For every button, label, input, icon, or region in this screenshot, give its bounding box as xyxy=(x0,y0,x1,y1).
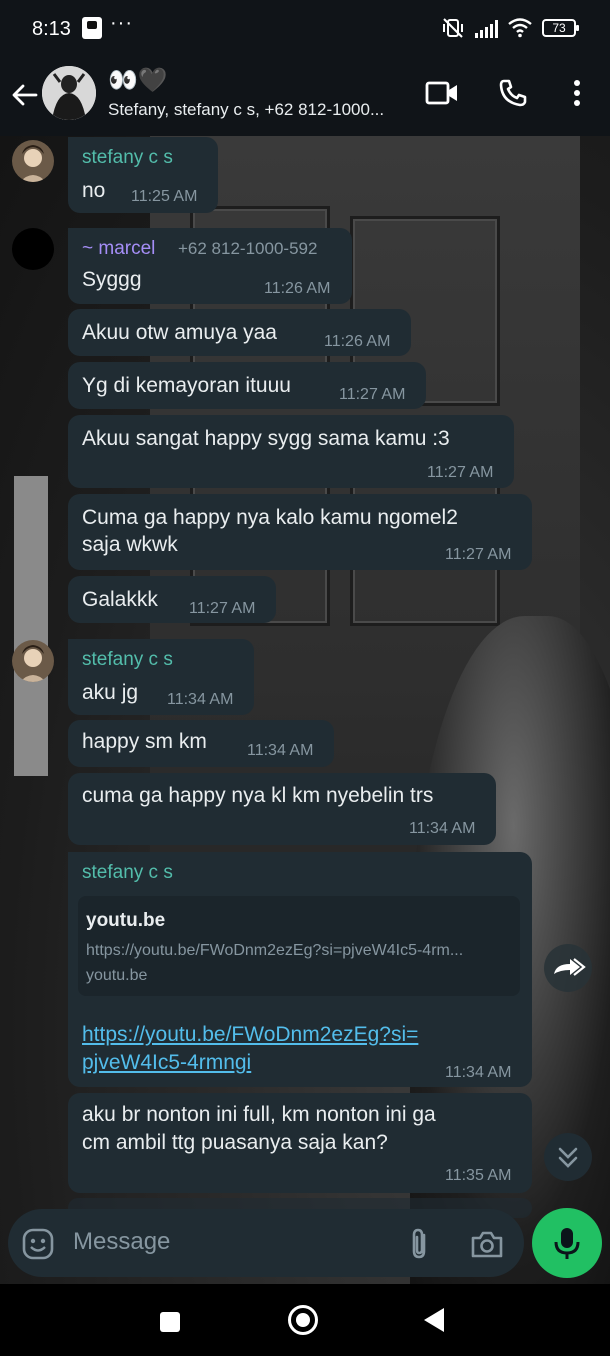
message-time: 11:26 AM xyxy=(264,280,331,297)
message-bubble[interactable]: stefany c s youtu.be https://youtu.be/FW… xyxy=(68,852,532,1087)
group-title[interactable]: 👀🖤 xyxy=(108,66,168,95)
sender-phone: +62 812-1000-592 xyxy=(178,239,318,258)
message-text: Akuu otw amuya yaa xyxy=(82,321,277,344)
more-vert-icon[interactable] xyxy=(568,78,586,108)
battery-icon: 73 xyxy=(542,19,579,37)
avatar-stefany[interactable] xyxy=(12,640,54,682)
notification-app-icon xyxy=(82,17,102,39)
message-time: 11:27 AM xyxy=(445,546,512,563)
message-text: no xyxy=(82,179,106,202)
message-link[interactable]: pjveW4Ic5-4rmngi xyxy=(82,1049,251,1076)
sender-name[interactable]: stefany c s xyxy=(82,862,173,884)
attach-icon[interactable] xyxy=(406,1227,434,1261)
avatar-marcel[interactable] xyxy=(12,228,54,270)
emoji-icon[interactable] xyxy=(22,1228,54,1260)
group-avatar[interactable] xyxy=(42,66,96,120)
chat-header: 👀🖤 Stefany, stefany c s, +62 812-1000... xyxy=(0,60,610,136)
preview-domain: youtu.be xyxy=(86,967,148,984)
status-bar: 8:13 ··· 73 xyxy=(0,0,610,60)
sender-name[interactable]: stefany c s xyxy=(82,147,173,169)
message-time: 11:34 AM xyxy=(247,742,314,759)
scroll-down-button[interactable] xyxy=(544,1133,592,1181)
message-bubble[interactable]: stefany c s no 11:25 AM xyxy=(68,137,218,213)
group-members[interactable]: Stefany, stefany c s, +62 812-1000... xyxy=(108,100,408,120)
message-bubble[interactable]: ~ marcel +62 812-1000-592 Syggg 11:26 AM xyxy=(68,228,352,304)
back-button[interactable] xyxy=(424,1308,444,1332)
message-text: aku jg xyxy=(82,681,139,704)
message-text: cm ambil ttg puasanya saja kan? xyxy=(82,1131,388,1154)
sender-name[interactable]: ~ marcel xyxy=(82,238,155,260)
message-text: happy sm km xyxy=(82,730,207,753)
sender-name[interactable]: stefany c s xyxy=(82,649,173,671)
message-time: 11:34 AM xyxy=(445,1064,512,1081)
message-bubble[interactable]: cuma ga happy nya kl km nyebelin trs 11:… xyxy=(68,773,496,845)
forward-button[interactable] xyxy=(544,944,592,992)
message-time: 11:26 AM xyxy=(324,333,391,350)
message-bubble[interactable]: happy sm km 11:34 AM xyxy=(68,720,334,767)
message-time: 11:34 AM xyxy=(167,691,234,708)
home-button[interactable] xyxy=(288,1305,318,1335)
preview-title: youtu.be xyxy=(86,910,166,931)
message-time: 11:25 AM xyxy=(131,188,198,205)
message-text: Syggg xyxy=(82,268,142,291)
phone-icon[interactable] xyxy=(498,78,528,108)
message-time: 11:27 AM xyxy=(189,600,256,617)
message-time: 11:27 AM xyxy=(427,464,494,481)
avatar-stefany[interactable] xyxy=(12,140,54,182)
message-bubble[interactable]: Akuu sangat happy sygg sama kamu :3 11:2… xyxy=(68,415,514,488)
message-text: Galakkk xyxy=(82,588,158,611)
message-link[interactable]: https://youtu.be/FWoDnm2ezEg?si= xyxy=(82,1021,418,1048)
message-text: saja wkwk xyxy=(82,533,178,556)
chat-area[interactable]: stefany c s no 11:25 AM ~ marcel +62 812… xyxy=(0,136,610,1284)
wallpaper-wall xyxy=(14,476,48,776)
message-time: 11:35 AM xyxy=(445,1167,512,1184)
message-bubble[interactable]: aku br nonton ini full, km nonton ini ga… xyxy=(68,1093,532,1193)
preview-url: https://youtu.be/FWoDnm2ezEg?si=pjveW4Ic… xyxy=(86,942,464,959)
back-arrow-icon[interactable] xyxy=(10,80,40,110)
camera-icon[interactable] xyxy=(470,1229,504,1259)
message-input[interactable]: Message xyxy=(73,1228,170,1256)
status-time: 8:13 xyxy=(32,18,71,40)
message-text: aku br nonton ini full, km nonton ini ga xyxy=(82,1103,436,1126)
system-nav-bar xyxy=(0,1284,610,1356)
message-bubble[interactable]: Yg di kemayoran ituuu 11:27 AM xyxy=(68,362,426,409)
video-call-icon[interactable] xyxy=(425,80,459,106)
voice-record-button[interactable] xyxy=(532,1208,602,1278)
chevron-down-icon xyxy=(558,1147,578,1168)
recents-button[interactable] xyxy=(160,1312,180,1332)
message-bubble[interactable]: Akuu otw amuya yaa 11:26 AM xyxy=(68,309,411,356)
mic-icon xyxy=(554,1228,580,1259)
link-preview[interactable]: youtu.be https://youtu.be/FWoDnm2ezEg?si… xyxy=(78,896,520,996)
message-text: cuma ga happy nya kl km nyebelin trs xyxy=(82,784,434,807)
message-text: Akuu sangat happy sygg sama kamu :3 xyxy=(82,427,450,450)
message-text: Cuma ga happy nya kalo kamu ngomel2 xyxy=(82,506,458,529)
message-bubble[interactable]: Cuma ga happy nya kalo kamu ngomel2 saja… xyxy=(68,494,532,570)
message-time: 11:27 AM xyxy=(339,386,406,403)
message-time: 11:34 AM xyxy=(409,820,476,837)
message-text: Yg di kemayoran ituuu xyxy=(82,374,291,397)
message-bubble[interactable]: Galakkk 11:27 AM xyxy=(68,576,276,623)
message-bubble[interactable]: stefany c s aku jg 11:34 AM xyxy=(68,639,254,715)
forward-icon xyxy=(554,958,586,976)
message-composer[interactable]: Message xyxy=(8,1209,524,1277)
wifi-icon xyxy=(508,18,532,38)
more-notifications-icon: ··· xyxy=(110,12,133,34)
signal-icon xyxy=(475,18,498,38)
vibrate-off-icon xyxy=(443,18,463,38)
